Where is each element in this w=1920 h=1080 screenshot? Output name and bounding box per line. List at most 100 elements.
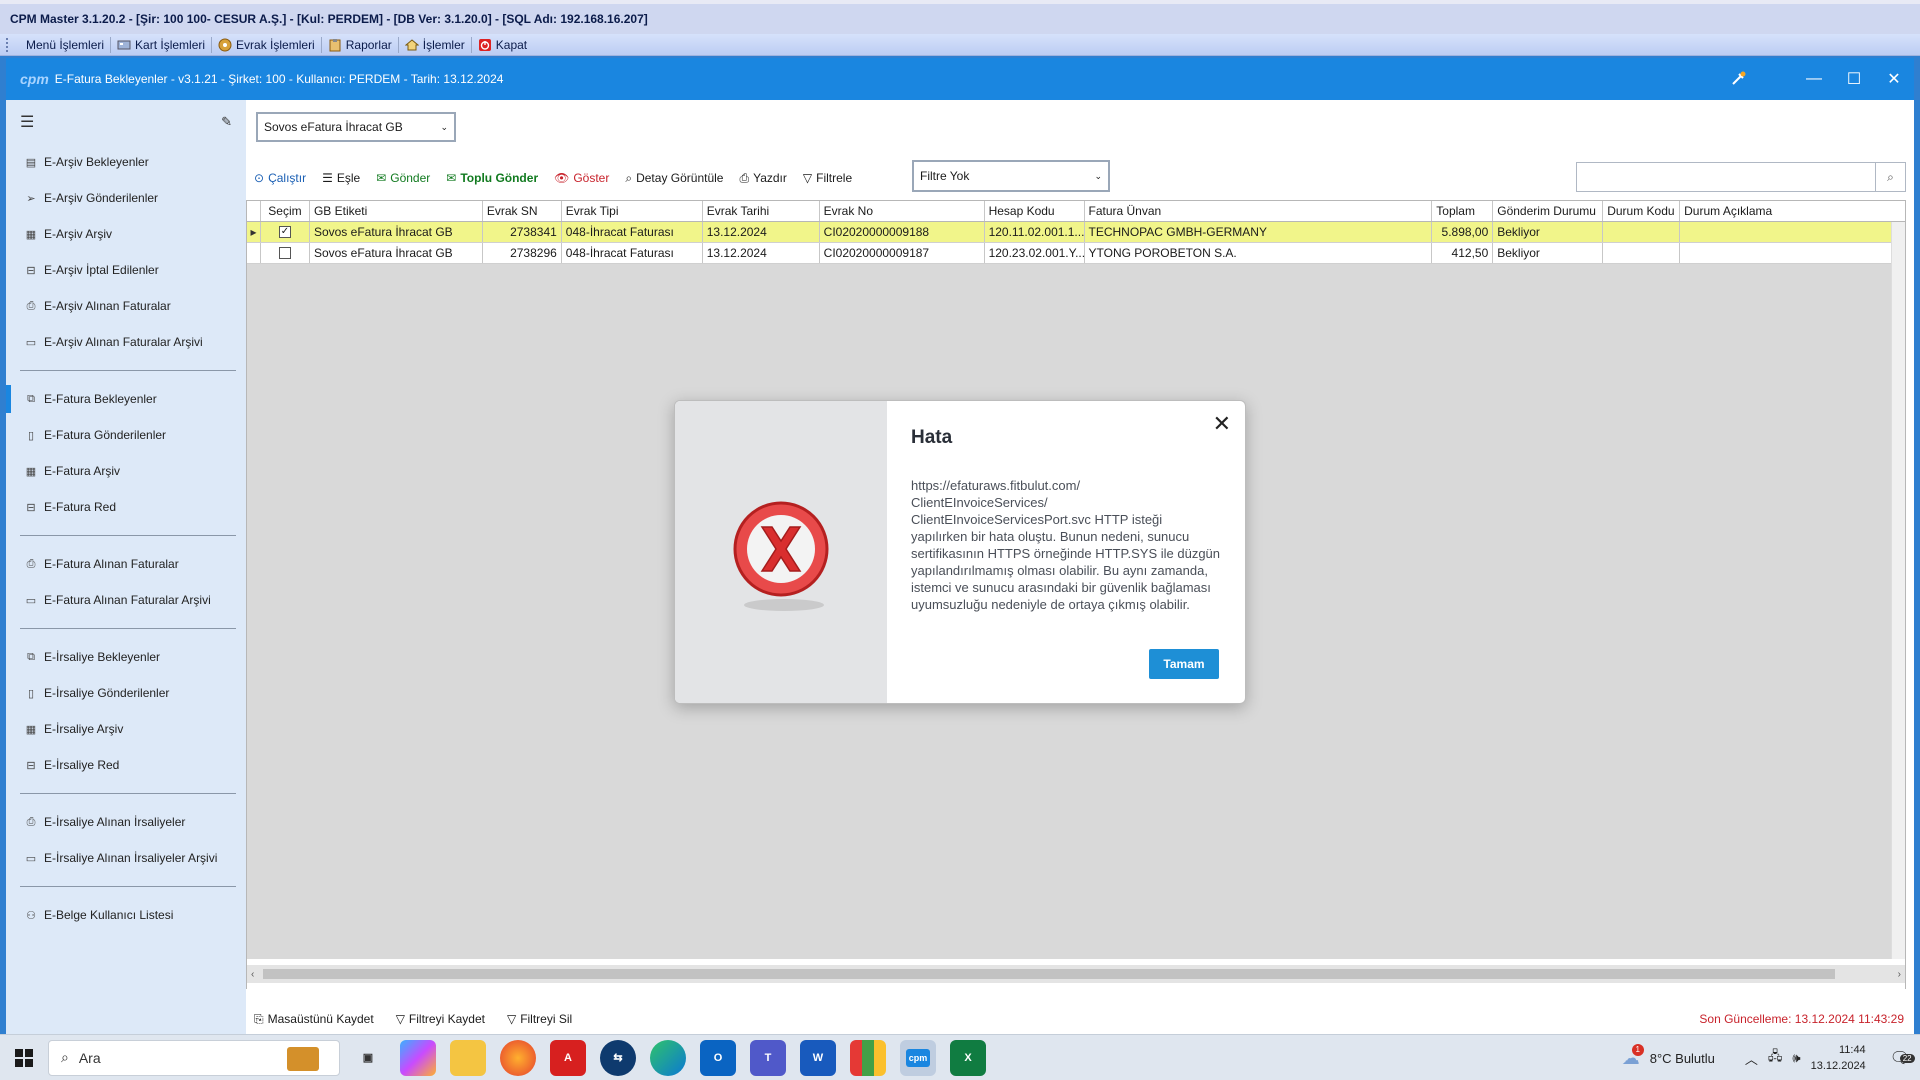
column-header[interactable]: Durum Kodu — [1603, 201, 1681, 221]
filter-button[interactable]: ▽ Filtrele — [803, 171, 852, 185]
taskbar-search[interactable]: ⌕ Ara — [48, 1039, 340, 1076]
notification-center-icon[interactable]: 🗨22 — [1890, 1048, 1915, 1068]
volume-icon[interactable]: 🕪 — [1792, 1050, 1800, 1066]
sidebar-item[interactable]: ⎙ E-Arşiv Alınan Faturalar — [6, 288, 246, 324]
clock[interactable]: 11:44 13.12.2024 — [1811, 1042, 1866, 1074]
menu-item-documents[interactable]: Evrak İşlemleri — [212, 36, 322, 53]
row-indicator-header — [247, 201, 261, 221]
column-header[interactable]: GB Etiketi — [310, 201, 483, 221]
sidebar-item[interactable]: ➢ E-Arşiv Gönderilenler — [6, 180, 246, 216]
network-icon[interactable]: 🖧 — [1768, 1047, 1783, 1069]
sidebar-item-label: E-Belge Kullanıcı Listesi — [44, 908, 174, 922]
column-header[interactable]: Toplam — [1432, 201, 1494, 221]
row-checkbox[interactable] — [278, 247, 291, 259]
column-header[interactable]: Evrak Tipi — [562, 201, 703, 221]
table-cell: Bekliyor — [1493, 243, 1604, 263]
table-cell — [1603, 222, 1681, 242]
run-button[interactable]: ⊙ Çalıştır — [254, 171, 306, 185]
horizontal-scrollbar[interactable]: ‹ › — [247, 965, 1905, 983]
outlook-icon[interactable]: O — [700, 1039, 736, 1076]
save-desktop-button[interactable]: ⎘ Masaüstünü Kaydet — [254, 1012, 374, 1027]
menu-item-menu[interactable]: Menü İşlemleri — [20, 36, 112, 53]
edge-icon[interactable] — [650, 1039, 686, 1076]
dialog-close-icon[interactable]: ✕ — [1213, 411, 1231, 437]
send-label: Gönder — [390, 171, 431, 185]
sidebar-item[interactable]: ▦ E-Arşiv Arşiv — [6, 216, 246, 252]
menu-item-reports[interactable]: Raporlar — [322, 36, 399, 53]
hamburger-icon[interactable]: ☰ — [20, 112, 34, 132]
excel-icon[interactable]: X — [950, 1039, 986, 1076]
sidebar-separator — [20, 535, 236, 536]
search-input[interactable]: ⌕ — [1576, 162, 1906, 192]
send-button[interactable]: ✉ Gönder — [376, 171, 430, 185]
column-header[interactable]: Evrak Tarihi — [703, 201, 820, 221]
table-row[interactable]: ▸ ✓ Sovos eFatura İhracat GB 2738341 048-İhr… — [247, 222, 1905, 243]
sidebar-item-label: E-İrsaliye Red — [44, 758, 120, 772]
sidebar-item[interactable]: ▤ E-Arşiv Bekleyenler — [6, 144, 246, 180]
vertical-scrollbar[interactable] — [1891, 222, 1905, 959]
sidebar-item[interactable]: ▦ E-İrsaliye Arşiv — [6, 711, 246, 747]
sidebar-item[interactable]: ⊟ E-Fatura Red — [6, 489, 246, 525]
sidebar-item[interactable]: ▭ E-Fatura Alınan Faturalar Arşivi — [6, 582, 246, 618]
scroll-left-icon[interactable]: ‹ — [251, 969, 254, 980]
firefox-icon[interactable] — [500, 1039, 536, 1076]
sidebar-item[interactable]: ⚇ E-Belge Kullanıcı Listesi — [6, 897, 246, 933]
sidebar-item[interactable]: ▯ E-İrsaliye Gönderilenler — [6, 675, 246, 711]
column-header[interactable]: Durum Açıklama — [1680, 201, 1905, 221]
search-icon[interactable]: ⌕ — [1875, 163, 1905, 191]
teams-icon[interactable]: T — [750, 1039, 786, 1076]
scrollbar-thumb[interactable] — [263, 969, 1835, 979]
acrobat-icon[interactable]: A — [550, 1039, 586, 1076]
sidebar-item[interactable]: ▯ E-Fatura Gönderilenler — [6, 417, 246, 453]
filter-select[interactable]: Filtre Yok ⌄ — [912, 160, 1110, 192]
task-view-icon[interactable]: ▣ — [350, 1040, 386, 1076]
weather-text[interactable]: 8°C Bulutlu — [1650, 1051, 1715, 1066]
delete-filter-button[interactable]: ▽ Filtreyi Sil — [507, 1012, 572, 1026]
column-header[interactable]: Gönderim Durumu — [1493, 201, 1604, 221]
menu-item-operations[interactable]: İşlemler — [399, 36, 472, 53]
sidebar-item[interactable]: ⊟ E-Arşiv İptal Edilenler — [6, 252, 246, 288]
match-button[interactable]: ☰ Eşle — [322, 171, 360, 185]
column-header[interactable]: Evrak SN — [483, 201, 562, 221]
sidebar-item[interactable]: ⎙ E-İrsaliye Alınan İrsaliyeler — [6, 804, 246, 840]
chevron-up-icon[interactable]: ︿ — [1745, 1049, 1758, 1068]
copilot-icon[interactable] — [400, 1039, 436, 1076]
sidebar-item[interactable]: ▭ E-İrsaliye Alınan İrsaliyeler Arşivi — [6, 840, 246, 876]
sidebar-item[interactable]: ▦ E-Fatura Arşiv — [6, 453, 246, 489]
grid-app-icon[interactable] — [850, 1039, 886, 1076]
sidebar-item[interactable]: ⎙ E-Fatura Alınan Faturalar — [6, 546, 246, 582]
cpm-app-icon[interactable]: cpm — [900, 1039, 936, 1076]
minimize-button[interactable]: — — [1794, 58, 1834, 100]
file-explorer-icon[interactable] — [450, 1039, 486, 1076]
print-button[interactable]: ⎙ Yazdır — [739, 171, 786, 186]
ok-button[interactable]: Tamam — [1149, 649, 1219, 679]
scroll-right-icon[interactable]: › — [1898, 969, 1901, 980]
menu-item-cards[interactable]: Kart İşlemleri — [111, 36, 213, 53]
close-button[interactable]: ✕ — [1874, 58, 1914, 100]
word-icon[interactable]: W — [800, 1039, 836, 1076]
cloud-icon[interactable]: ☁ 1 — [1622, 1043, 1644, 1069]
app-title: E-Fatura Bekleyenler - v3.1.21 - Şirket:… — [54, 72, 504, 86]
column-header[interactable]: Seçim — [261, 201, 310, 221]
save-filter-button[interactable]: ▽ Filtreyi Kaydet — [396, 1012, 485, 1026]
column-header[interactable]: Hesap Kodu — [985, 201, 1085, 221]
column-header[interactable]: Fatura Ünvan — [1085, 201, 1433, 221]
pin-icon[interactable]: ✎ — [221, 114, 232, 130]
notification-icon[interactable] — [1718, 58, 1758, 100]
maximize-button[interactable]: ☐ — [1834, 58, 1874, 100]
sidebar-item[interactable]: ⧉ E-Fatura Bekleyenler — [6, 381, 246, 417]
column-header[interactable]: Evrak No — [820, 201, 985, 221]
show-button[interactable]: 👁 Göster — [554, 171, 609, 185]
gb-label-select[interactable]: Sovos eFatura İhracat GB ⌄ — [256, 112, 456, 142]
teamviewer-icon[interactable]: ⇆ — [600, 1039, 636, 1076]
bulk-send-button[interactable]: ✉ Toplu Gönder — [446, 171, 538, 185]
archive-icon: ▦ — [25, 723, 37, 736]
row-checkbox[interactable]: ✓ — [278, 226, 291, 238]
sidebar-item[interactable]: ▭ E-Arşiv Alınan Faturalar Arşivi — [6, 324, 246, 360]
start-button[interactable] — [0, 1048, 48, 1067]
sidebar-item[interactable]: ⊟ E-İrsaliye Red — [6, 747, 246, 783]
menu-item-close[interactable]: Kapat — [472, 37, 533, 53]
detail-view-button[interactable]: ⌕ Detay Görüntüle — [625, 171, 723, 186]
sidebar-item[interactable]: ⧉ E-İrsaliye Bekleyenler — [6, 639, 246, 675]
table-row[interactable]: Sovos eFatura İhracat GB 2738296 048-İhrac… — [247, 243, 1905, 264]
